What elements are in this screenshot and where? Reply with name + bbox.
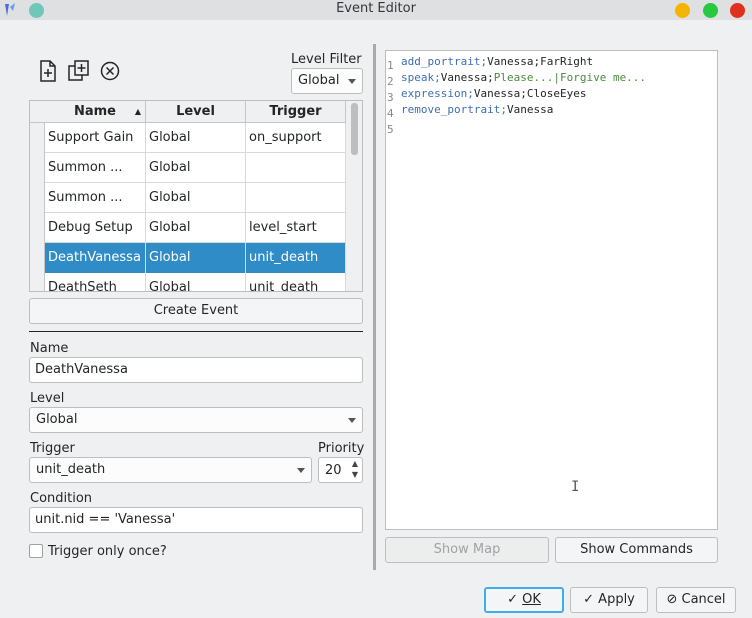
cell-trigger (246, 153, 346, 183)
cancel-icon: ⊘ (666, 592, 678, 607)
cell-name: Debug Setup (45, 213, 146, 243)
name-field[interactable]: DeathVanessa (29, 357, 363, 383)
show-map-button[interactable]: Show Map (385, 537, 549, 563)
apply-button[interactable]: ✓ Apply (570, 587, 648, 613)
table-row[interactable]: DeathSeth Global unit_death (30, 273, 346, 291)
level-filter-select[interactable]: Global (291, 68, 363, 94)
chevron-down-icon (348, 79, 356, 84)
show-commands-button[interactable]: Show Commands (555, 537, 718, 563)
level-label: Level (30, 391, 65, 406)
chevron-down-icon (297, 468, 305, 473)
text-cursor-icon: I (571, 479, 580, 495)
scrollbar-thumb[interactable] (351, 103, 358, 155)
trigger-once-label: Trigger only once? (48, 544, 167, 559)
cell-name: Support Gain (45, 123, 146, 153)
code-line: add_portrait;Vanessa;FarRight (401, 55, 594, 68)
trigger-value: unit_death (36, 462, 106, 477)
trigger-label: Trigger (30, 441, 75, 456)
cell-trigger (246, 183, 346, 213)
level-filter-value: Global (298, 73, 340, 88)
priority-label: Priority (318, 441, 365, 456)
create-event-button[interactable]: Create Event (29, 298, 363, 324)
column-header-trigger[interactable]: Trigger (246, 101, 346, 123)
line-numbers: 1 2 3 4 5 (387, 59, 394, 136)
table-scrollbar[interactable] (346, 101, 362, 291)
table-row-selected[interactable]: DeathVanessa Global unit_death (30, 243, 346, 273)
table-header: Name ▲ Level Trigger (30, 101, 346, 123)
sort-up-icon: ▲ (134, 107, 141, 116)
new-event-button[interactable] (35, 58, 61, 84)
check-icon: ✓ (583, 592, 595, 607)
table-row[interactable]: Summon ... Global (30, 153, 346, 183)
condition-label: Condition (30, 491, 93, 506)
cancel-button[interactable]: ⊘ Cancel (656, 587, 736, 613)
level-value: Global (36, 412, 78, 427)
table-row[interactable]: Summon ... Global (30, 183, 346, 213)
minimize-button[interactable] (675, 3, 690, 18)
condition-field[interactable]: unit.nid == 'Vanessa' (29, 507, 363, 533)
duplicate-icon (68, 60, 89, 81)
code-line: expression;Vanessa;CloseEyes (401, 87, 587, 100)
duplicate-event-button[interactable] (66, 58, 92, 84)
close-button[interactable] (730, 3, 745, 18)
cell-trigger: unit_death (246, 273, 346, 291)
splitter[interactable] (373, 44, 376, 570)
cell-name: Summon ... (45, 183, 146, 213)
code-line: speak;Vanessa;Please...|Forgive me... (401, 71, 647, 84)
spin-down-icon[interactable]: ▼ (352, 470, 358, 479)
cell-level: Global (146, 153, 246, 183)
chevron-down-icon (348, 418, 356, 423)
column-header-level[interactable]: Level (146, 101, 246, 123)
cell-name: DeathSeth (45, 273, 146, 291)
divider (29, 331, 363, 332)
ok-button[interactable]: ✓ OK (484, 587, 564, 613)
delete-event-button[interactable] (97, 58, 123, 84)
spin-up-icon[interactable]: ▲ (352, 459, 358, 468)
name-label: Name (30, 341, 69, 356)
table-row[interactable]: Support Gain Global on_support (30, 123, 346, 153)
cell-level: Global (146, 243, 246, 273)
code-line: remove_portrait;Vanessa (401, 103, 554, 116)
priority-spinbox[interactable]: 20 ▲ ▼ (318, 457, 363, 483)
column-header-name[interactable]: Name ▲ (45, 101, 146, 123)
cell-level: Global (146, 273, 246, 291)
cell-level: Global (146, 183, 246, 213)
priority-value: 20 (325, 463, 342, 478)
trigger-select[interactable]: unit_death (29, 457, 312, 483)
cell-trigger: unit_death (246, 243, 346, 273)
trigger-once-checkbox[interactable] (29, 544, 43, 558)
maximize-button[interactable] (703, 3, 718, 18)
cell-trigger: level_start (246, 213, 346, 243)
code-editor[interactable]: 1 2 3 4 5 add_portrait;Vanessa;FarRight … (385, 50, 718, 530)
cell-name: DeathVanessa (45, 243, 146, 273)
delete-icon (100, 61, 120, 81)
events-table[interactable]: Name ▲ Level Trigger Support Gain Global… (29, 100, 363, 292)
title-bar: Event Editor (0, 0, 752, 20)
new-file-icon (40, 60, 56, 82)
cell-level: Global (146, 123, 246, 153)
level-select[interactable]: Global (29, 407, 363, 433)
check-icon: ✓ (507, 592, 518, 607)
cell-trigger: on_support (246, 123, 346, 153)
level-filter-label: Level Filter (291, 52, 362, 67)
cell-level: Global (146, 213, 246, 243)
table-row[interactable]: Debug Setup Global level_start (30, 213, 346, 243)
window-title: Event Editor (336, 1, 416, 16)
code-lines[interactable]: add_portrait;Vanessa;FarRight speak;Vane… (401, 54, 646, 134)
cell-name: Summon ... (45, 153, 146, 183)
